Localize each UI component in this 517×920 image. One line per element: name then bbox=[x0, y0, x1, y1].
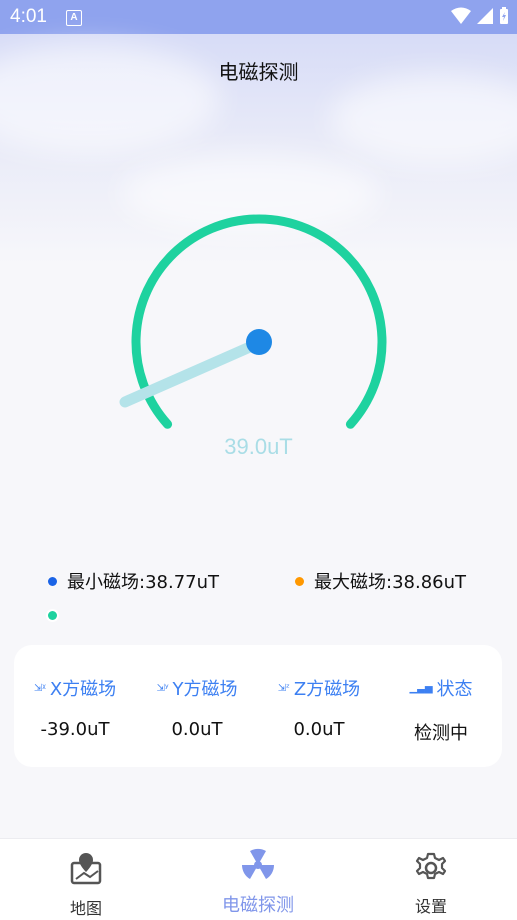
max-field-label: 最大磁场:38.86uT bbox=[314, 572, 466, 593]
z-axis-icon: ⇲ᶻ bbox=[277, 682, 290, 694]
axis-x: ⇲ᵡ X方磁场 -39.0uT bbox=[14, 645, 136, 740]
tab-settings[interactable]: 设置 bbox=[345, 839, 517, 917]
status-value: 检测中 bbox=[414, 723, 468, 744]
axis-x-label: X方磁场 bbox=[49, 679, 117, 700]
axis-card: ⇲ᵡ X方磁场 -39.0uT ⇲ʸ Y方磁场 0.0uT ⇲ᶻ Z方磁场 0.0uT… bbox=[14, 645, 502, 767]
axis-z-label: Z方磁场 bbox=[293, 679, 361, 700]
axis-y-label: Y方磁场 bbox=[172, 679, 238, 700]
gauge-hub bbox=[246, 329, 272, 355]
status-bars-icon: ▁▃▅ bbox=[409, 682, 433, 694]
legend-min: 最小磁场:38.77uT bbox=[48, 568, 219, 594]
tab-map-label: 地图 bbox=[69, 899, 102, 918]
legend-max: 最大磁场:38.86uT bbox=[295, 568, 466, 594]
axis-y-value: 0.0uT bbox=[171, 719, 223, 740]
y-axis-icon: ⇲ʸ bbox=[156, 682, 169, 694]
legend-current bbox=[48, 611, 67, 620]
min-dot bbox=[48, 576, 57, 586]
tab-map[interactable]: 地图 bbox=[0, 839, 172, 919]
bottom-tab-bar: 地图 电磁探测 设置 bbox=[0, 838, 517, 920]
tab-settings-label: 设置 bbox=[414, 897, 447, 916]
x-axis-icon: ⇲ᵡ bbox=[33, 682, 46, 694]
status-col: ▁▃▅ 状态 检测中 bbox=[380, 645, 502, 745]
axis-z-value: 0.0uT bbox=[293, 719, 345, 740]
tab-em-detect[interactable]: 电磁探测 bbox=[172, 839, 344, 917]
gauge-needle bbox=[119, 337, 265, 408]
axis-y: ⇲ʸ Y方磁场 0.0uT bbox=[136, 645, 258, 740]
min-field-label: 最小磁场:38.77uT bbox=[67, 572, 219, 593]
gear-icon bbox=[415, 852, 447, 880]
gauge-arc bbox=[131, 214, 387, 429]
gauge-reading: 39.0uT bbox=[224, 434, 293, 459]
current-dot bbox=[48, 611, 57, 620]
status-label: 状态 bbox=[436, 679, 473, 700]
axis-x-value: -39.0uT bbox=[40, 719, 110, 740]
map-pin-icon bbox=[70, 853, 102, 885]
radiation-icon bbox=[241, 848, 275, 879]
tab-em-detect-label: 电磁探测 bbox=[222, 895, 294, 916]
axis-z: ⇲ᶻ Z方磁场 0.0uT bbox=[258, 645, 380, 740]
max-dot bbox=[295, 576, 304, 586]
